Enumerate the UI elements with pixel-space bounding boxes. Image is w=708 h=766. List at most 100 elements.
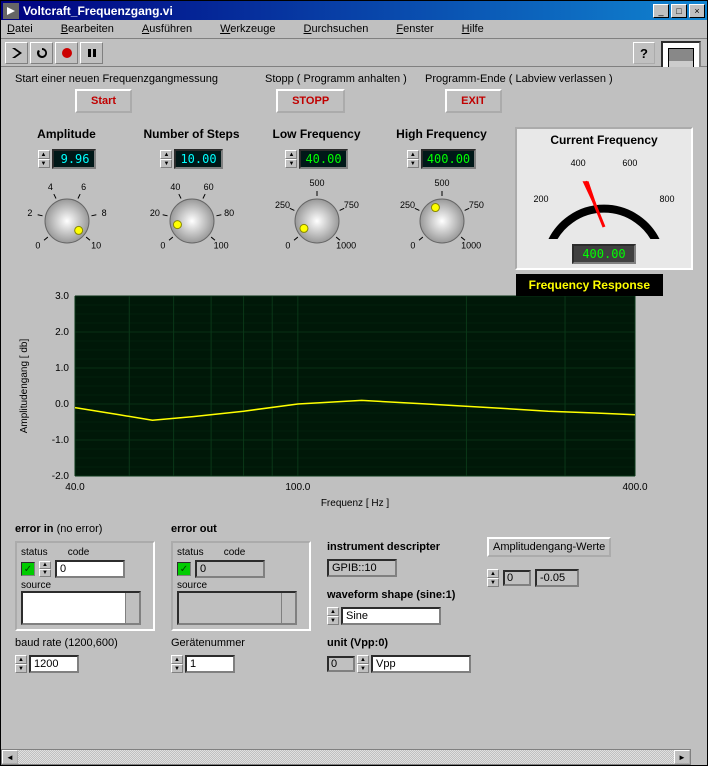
lowfreq-control: Low Frequency ▲▼ 40.00 02505007501000 <box>265 127 368 256</box>
labview-icon <box>3 3 19 19</box>
waveform-spinner[interactable]: ▲▼ <box>327 607 339 625</box>
highfreq-value[interactable]: 400.00 <box>421 149 476 169</box>
menu-ausfuhren[interactable]: Ausführen <box>142 23 206 35</box>
svg-text:4: 4 <box>47 182 52 192</box>
chart-plot: 3.02.01.00.0-1.0-2.040.0100.0400.0Amplit… <box>15 282 655 512</box>
ampwerte-idx-spinner[interactable]: ▲▼ <box>487 569 499 587</box>
exit-section-label: Programm-Ende ( Labview verlassen ) <box>425 73 613 85</box>
instrument-label: instrument descripter <box>327 541 471 553</box>
waveform-value[interactable] <box>341 607 441 625</box>
baud-spinner[interactable]: ▲▼ <box>15 655 27 673</box>
svg-text:600: 600 <box>622 158 637 168</box>
svg-text:1000: 1000 <box>336 240 356 250</box>
highfreq-control: High Frequency ▲▼ 400.00 02505007501000 <box>390 127 493 256</box>
svg-text:8: 8 <box>101 208 106 218</box>
svg-text:800: 800 <box>660 194 675 204</box>
steps-label: Number of Steps <box>140 127 243 141</box>
close-button[interactable]: × <box>689 4 705 18</box>
amplitude-control: Amplitude ▲▼ 9.96 0246810 <box>15 127 118 256</box>
error-in-code-spinner[interactable]: ▲▼ <box>39 561 51 577</box>
svg-text:400: 400 <box>571 158 586 168</box>
lowfreq-label: Low Frequency <box>265 127 368 141</box>
help-button[interactable]: ? <box>633 42 655 64</box>
lowfreq-value[interactable]: 40.00 <box>299 149 347 169</box>
ampwerte-idx[interactable]: 0 <box>503 570 531 586</box>
horizontal-scrollbar[interactable]: ◄ ► <box>1 749 691 765</box>
run-continuous-button[interactable] <box>30 42 53 64</box>
svg-text:20: 20 <box>149 208 159 218</box>
instrument-value <box>327 559 397 577</box>
svg-text:750: 750 <box>468 200 483 210</box>
svg-text:750: 750 <box>343 200 358 210</box>
maximize-button[interactable]: □ <box>671 4 687 18</box>
highfreq-label: High Frequency <box>390 127 493 141</box>
amplitude-knob[interactable]: 0246810 <box>17 173 117 253</box>
svg-text:3.0: 3.0 <box>55 291 69 302</box>
gerate-input[interactable] <box>185 655 235 673</box>
stopp-section-label: Stopp ( Programm anhalten ) <box>265 73 425 85</box>
amplitude-label: Amplitude <box>15 127 118 141</box>
svg-text:2: 2 <box>27 208 32 218</box>
meter-gauge: 02004006008001000 <box>521 149 687 239</box>
start-section-label: Start einer neuen Frequenzgangmessung <box>15 73 265 85</box>
unit-value[interactable] <box>371 655 471 673</box>
front-panel: Start einer neuen Frequenzgangmessung St… <box>1 67 707 765</box>
steps-knob[interactable]: 020406080100 <box>142 173 242 253</box>
scroll-right-icon[interactable]: ► <box>674 750 690 764</box>
svg-text:0: 0 <box>35 240 40 250</box>
svg-text:Frequenz [ Hz ]: Frequenz [ Hz ] <box>321 498 390 509</box>
menu-werkzeuge[interactable]: Werkzeuge <box>220 23 289 35</box>
svg-text:40.0: 40.0 <box>65 482 85 493</box>
svg-text:Amplitudengang [ db]: Amplitudengang [ db] <box>19 339 30 434</box>
baud-input[interactable] <box>29 655 79 673</box>
svg-text:-1.0: -1.0 <box>52 435 70 446</box>
svg-text:500: 500 <box>434 178 449 188</box>
menu-fenster[interactable]: Fenster <box>396 23 447 35</box>
amplitudengang-werte-button[interactable]: Amplitudengang-Werte <box>487 537 611 557</box>
menu-datei[interactable]: Datei <box>7 23 47 35</box>
amplitude-spinner[interactable]: ▲▼ <box>38 150 50 168</box>
chart-legend: Frequency Response <box>516 274 663 296</box>
svg-text:250: 250 <box>400 200 415 210</box>
steps-value[interactable]: 10.00 <box>174 149 222 169</box>
svg-text:6: 6 <box>81 182 86 192</box>
minimize-button[interactable]: _ <box>653 4 669 18</box>
lowfreq-spinner[interactable]: ▲▼ <box>285 150 297 168</box>
error-in-source[interactable] <box>21 591 141 625</box>
scroll-left-icon[interactable]: ◄ <box>2 750 18 764</box>
highfreq-knob[interactable]: 02505007501000 <box>392 173 492 253</box>
error-in-label: error in (no error) <box>15 523 155 535</box>
gerate-label: Gerätenummer <box>171 637 311 649</box>
pause-button[interactable] <box>80 42 103 64</box>
menu-bearbeiten[interactable]: Bearbeiten <box>61 23 128 35</box>
titlebar: Voltcraft_Frequenzgang.vi _ □ × <box>1 1 707 20</box>
svg-text:200: 200 <box>533 194 548 204</box>
run-button[interactable] <box>5 42 28 64</box>
svg-text:500: 500 <box>309 178 324 188</box>
exit-button[interactable]: EXIT <box>445 89 501 113</box>
error-out-code <box>195 560 265 578</box>
svg-text:2.0: 2.0 <box>55 327 69 338</box>
amplitude-value[interactable]: 9.96 <box>52 149 96 169</box>
svg-text:250: 250 <box>275 200 290 210</box>
gerate-spinner[interactable]: ▲▼ <box>171 655 183 673</box>
error-out-cluster: statuscode source <box>171 541 311 631</box>
error-out-status-led <box>177 562 191 576</box>
svg-text:0: 0 <box>410 240 415 250</box>
abort-button[interactable] <box>55 42 78 64</box>
meter-title: Current Frequency <box>521 133 687 147</box>
unit-spinner[interactable]: ▲▼ <box>357 655 369 673</box>
highfreq-spinner[interactable]: ▲▼ <box>407 150 419 168</box>
lowfreq-knob[interactable]: 02505007501000 <box>267 173 367 253</box>
menu-hilfe[interactable]: Hilfe <box>462 23 498 35</box>
svg-text:60: 60 <box>203 182 213 192</box>
baud-label: baud rate (1200,600) <box>15 637 155 649</box>
start-button[interactable]: Start <box>75 89 132 113</box>
stopp-button[interactable]: STOPP <box>276 89 345 113</box>
current-frequency-meter: Current Frequency 02004006008001000 400.… <box>515 127 693 270</box>
error-in-code[interactable] <box>55 560 125 578</box>
error-in-cluster: statuscode ▲▼ source <box>15 541 155 631</box>
steps-spinner[interactable]: ▲▼ <box>160 150 172 168</box>
svg-text:40: 40 <box>170 182 180 192</box>
menu-durchsuchen[interactable]: Durchsuchen <box>304 23 383 35</box>
